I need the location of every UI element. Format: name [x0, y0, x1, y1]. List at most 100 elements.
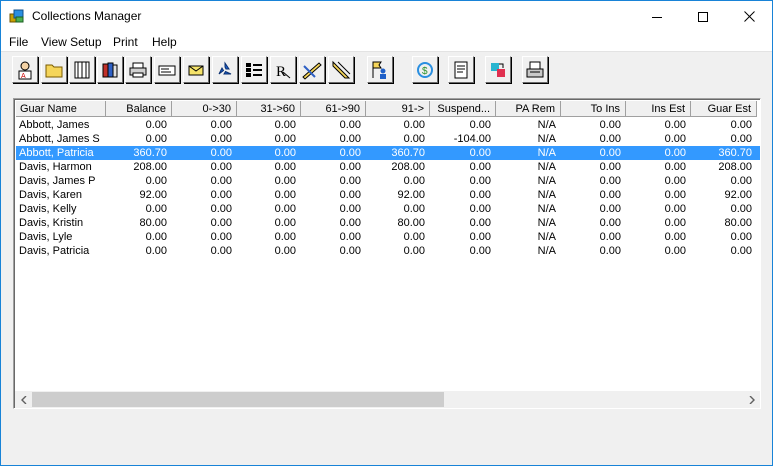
notes-button[interactable]: [448, 56, 474, 83]
scroll-left-button[interactable]: [15, 391, 32, 408]
cell-guar-name: Davis, Patricia: [19, 245, 90, 257]
cell-suspended: 0.00: [469, 245, 491, 257]
transfer-button[interactable]: [485, 56, 511, 83]
column-header-aging-0-30[interactable]: 0->30: [172, 101, 237, 117]
maximize-button[interactable]: [680, 1, 726, 32]
table-row[interactable]: Davis, Kristin 80.00 0.00 0.00 0.00 80.00 0.00…: [16, 216, 760, 230]
column-header-ins-est[interactable]: Ins Est: [626, 101, 691, 117]
folder-button[interactable]: [41, 56, 67, 83]
recycle-icon: [218, 60, 232, 74]
close-button[interactable]: [726, 1, 772, 32]
cell-aging-31-60: 0.00: [274, 175, 296, 187]
table-row[interactable]: Abbott, Patricia 360.70 0.00 0.00 0.00 360.70…: [16, 146, 760, 160]
cell-guar-est: 92.00: [724, 189, 752, 201]
cell-to-ins: 0.00: [599, 147, 621, 159]
card-button[interactable]: [154, 56, 180, 83]
column-header-pa-rem[interactable]: PA Rem: [496, 101, 561, 117]
cell-pa-rem: N/A: [537, 231, 556, 243]
cell-guar-est: 0.00: [730, 203, 752, 215]
table-row[interactable]: Davis, Harmon 208.00 0.00 0.00 0.00 208.00 0.0…: [16, 160, 760, 174]
column-header-aging-31-60[interactable]: 31->60: [237, 101, 301, 117]
table-row[interactable]: Davis, Lyle 0.00 0.00 0.00 0.00 0.00 0.00 N/A 0.…: [16, 230, 760, 244]
menu-view-setup[interactable]: View Setup: [41, 35, 102, 49]
table-row[interactable]: Davis, Kelly 0.00 0.00 0.00 0.00 0.00 0.00 N/A 0…: [16, 202, 760, 216]
cell-pa-rem: N/A: [537, 189, 556, 201]
grid-header: Guar Name Balance 0->30 31->60 61->90 91-> Sus…: [16, 101, 760, 117]
table-row[interactable]: Abbott, James S 0.00 0.00 0.00 0.00 0.00 -104.…: [16, 132, 760, 146]
cell-ins-est: 0.00: [664, 189, 686, 201]
app-window: Collections Manager File View Setup Prin…: [0, 0, 773, 466]
svg-text:A: A: [21, 73, 26, 80]
column-header-aging-61-90[interactable]: 61->90: [301, 101, 366, 117]
cell-pa-rem: N/A: [537, 175, 556, 187]
cell-balance: 0.00: [145, 245, 167, 257]
table-row[interactable]: Davis, Karen 92.00 0.00 0.00 0.00 92.00 0.00 N/…: [16, 188, 760, 202]
cell-aging-91-plus: 0.00: [403, 119, 425, 131]
recycle-button[interactable]: [212, 56, 238, 83]
person-flag-icon: [372, 61, 386, 79]
cell-guar-est: 0.00: [730, 133, 752, 145]
cell-aging-0-30: 0.00: [210, 245, 232, 257]
grid-rows: Abbott, James 0.00 0.00 0.00 0.00 0.00 0.00 N/A…: [16, 118, 760, 258]
cell-aging-0-30: 0.00: [210, 119, 232, 131]
cell-to-ins: 0.00: [599, 161, 621, 173]
patient-button[interactable]: A: [12, 56, 38, 83]
printer-button[interactable]: [125, 56, 151, 83]
cell-aging-61-90: 0.00: [339, 161, 361, 173]
cell-suspended: 0.00: [469, 119, 491, 131]
column-header-to-ins[interactable]: To Ins: [561, 101, 626, 117]
minimize-button[interactable]: [634, 1, 680, 32]
cell-aging-31-60: 0.00: [274, 231, 296, 243]
title-bar[interactable]: Collections Manager: [1, 1, 772, 32]
refresh-dollar-button[interactable]: $: [412, 56, 438, 83]
cell-guar-est: 0.00: [730, 231, 752, 243]
chevron-right-icon: [749, 395, 755, 404]
scroll-right-button[interactable]: [743, 391, 760, 408]
refresh-dollar-icon: $: [417, 61, 433, 78]
cell-to-ins: 0.00: [599, 189, 621, 201]
scroll-thumb[interactable]: [32, 392, 444, 407]
person-flag-button[interactable]: [367, 56, 393, 83]
table-row[interactable]: Davis, Patricia 0.00 0.00 0.00 0.00 0.00 0.00 N…: [16, 244, 760, 258]
window-title: Collections Manager: [32, 9, 142, 23]
cell-aging-31-60: 0.00: [274, 203, 296, 215]
column-header-aging-91-plus[interactable]: 91->: [366, 101, 430, 117]
card-icon: [158, 65, 176, 75]
menu-help[interactable]: Help: [152, 35, 177, 49]
print-report-button[interactable]: [522, 56, 548, 83]
ruler-button[interactable]: [328, 56, 354, 83]
books-icon: [102, 62, 118, 77]
collections-grid[interactable]: Guar Name Balance 0->30 31->60 61->90 91-> Sus…: [13, 98, 761, 409]
cell-balance: 80.00: [139, 217, 167, 229]
cell-aging-91-plus: 0.00: [403, 245, 425, 257]
horizontal-scrollbar[interactable]: [15, 391, 760, 408]
menu-print[interactable]: Print: [113, 35, 138, 49]
toolbar: A R $: [1, 53, 772, 89]
cell-aging-0-30: 0.00: [210, 175, 232, 187]
column-header-balance[interactable]: Balance: [106, 101, 172, 117]
cell-aging-91-plus: 0.00: [403, 231, 425, 243]
cell-guar-name: Davis, Karen: [19, 189, 82, 201]
table-row[interactable]: Abbott, James 0.00 0.00 0.00 0.00 0.00 0.00 N/A…: [16, 118, 760, 132]
list-view-button[interactable]: [241, 56, 267, 83]
envelope-button[interactable]: [183, 56, 209, 83]
books-button[interactable]: [97, 56, 123, 83]
envelope-icon: [188, 65, 204, 75]
column-header-suspended[interactable]: Suspend...: [430, 101, 496, 117]
menu-file[interactable]: File: [9, 35, 28, 49]
cell-suspended: 0.00: [469, 161, 491, 173]
cell-pa-rem: N/A: [537, 245, 556, 257]
cell-ins-est: 0.00: [664, 217, 686, 229]
ledger-button[interactable]: [69, 56, 95, 83]
table-row[interactable]: Davis, James P 0.00 0.00 0.00 0.00 0.00 0.00 N/…: [16, 174, 760, 188]
cell-ins-est: 0.00: [664, 175, 686, 187]
column-header-guar-name[interactable]: Guar Name: [16, 101, 106, 117]
pencil-ruler-button[interactable]: [299, 56, 325, 83]
cell-aging-91-plus: 0.00: [403, 133, 425, 145]
cell-guar-name: Davis, Harmon: [19, 161, 92, 173]
cell-to-ins: 0.00: [599, 203, 621, 215]
cell-suspended: 0.00: [469, 231, 491, 243]
prescription-button[interactable]: R: [270, 56, 296, 83]
cell-guar-name: Davis, James P: [19, 175, 96, 187]
column-header-guar-est[interactable]: Guar Est: [691, 101, 757, 117]
